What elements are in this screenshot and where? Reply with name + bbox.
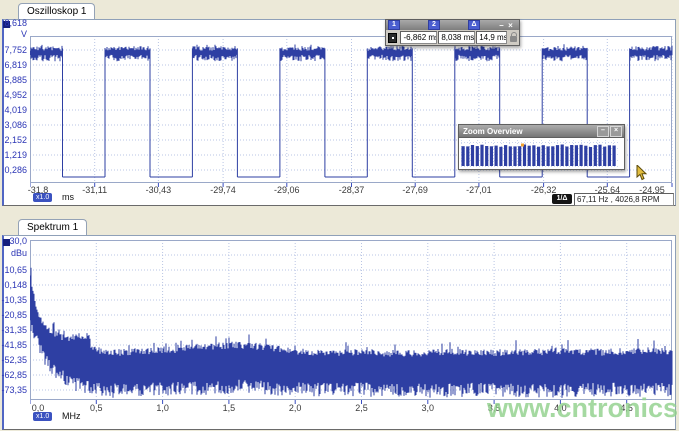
close-icon[interactable]: ×: [610, 125, 622, 137]
delta-value: 14,9 ms: [476, 31, 507, 44]
delta-chip[interactable]: Δ: [468, 20, 480, 30]
minimize-button[interactable]: –: [497, 21, 506, 30]
axis-tick-label: 0,0: [31, 403, 45, 413]
axis-tick-label: -29,74: [210, 185, 236, 195]
axis-tick-label: 1,0: [156, 403, 169, 413]
axis-tick-label: 5,885: [4, 75, 27, 85]
axis-tick-label: 1,5: [222, 403, 236, 413]
tab-oszilloskop[interactable]: Oszilloskop 1: [18, 3, 96, 19]
app-window: Oszilloskop 1 8,618 V x1.0 ms 1/Δ 67,11 …: [0, 0, 679, 431]
axis-tick-label: 2,5: [355, 403, 368, 413]
axis-tick-label: 3,0: [421, 403, 435, 413]
frequency-readout: 67,11 Hz , 4026,8 RPM: [574, 193, 674, 206]
axis-tick-label: -41,85: [1, 339, 27, 350]
axis-tick-label: 0,148: [4, 280, 27, 290]
zoom-overview-minimap[interactable]: [460, 139, 621, 168]
lock-icon[interactable]: [509, 32, 517, 42]
zoom-overview-title: Zoom Overview: [463, 126, 523, 136]
axis-tick-label: -52,35: [1, 354, 27, 365]
axis-tick-label: -10,35: [1, 294, 27, 305]
cursor2-value: 8,038 ms: [438, 31, 476, 44]
zoom-factor-badge[interactable]: x1.0: [33, 412, 53, 421]
cursor1-value: -6,862 ms: [400, 31, 438, 44]
cursor1-chip[interactable]: 1: [388, 20, 400, 30]
axis-tick-label: 0,286: [4, 164, 27, 175]
close-icon[interactable]: ×: [506, 21, 515, 30]
axis-tick-label: 0,5: [90, 403, 103, 413]
axis-tick-label: -27,69: [402, 185, 428, 195]
axis-tick-label: 10,65: [4, 265, 27, 275]
zoom-overview-body[interactable]: [459, 137, 624, 169]
axis-tick-label: -31,35: [1, 324, 27, 335]
axis-tick-label: -20,85: [1, 309, 27, 320]
axis-tick-label: -73,35: [1, 384, 27, 395]
spectrum-plot[interactable]: [30, 240, 673, 405]
minimize-button[interactable]: –: [597, 125, 609, 137]
axis-tick-label: -31,8: [27, 185, 49, 195]
y-axis-unit: V: [20, 29, 27, 39]
y-axis-max-label: 30,0: [9, 236, 27, 246]
mouse-cursor-icon: [636, 165, 648, 181]
axis-tick-label: -31,11: [82, 185, 108, 195]
watermark: www.cntronics.com: [487, 393, 679, 423]
axis-tick-label: -62,85: [1, 369, 27, 380]
y-axis-max-label: 8,618: [4, 18, 27, 28]
tab-spektrum[interactable]: Spektrum 1: [18, 219, 88, 235]
axis-tick-label: -29,06: [274, 185, 300, 195]
axis-tick-label: 2,152: [4, 134, 27, 145]
axis-tick-label: 4,019: [4, 104, 27, 115]
axis-tick-label: -28,37: [338, 185, 365, 195]
y-axis-unit: dBu: [10, 248, 27, 258]
axis-tick-label: 3,086: [4, 119, 27, 130]
axis-tick-label: 2,0: [288, 403, 302, 413]
cursor-measure-toolbar: 1 2 Δ – × -6,862 ms 8,038 ms 14,9 ms: [385, 19, 520, 46]
cursor-toolbar-header: 1 2 Δ – ×: [386, 20, 519, 30]
axis-tick-label: 6,819: [4, 59, 27, 70]
frequency-mode-icon[interactable]: 1/Δ: [552, 194, 572, 204]
zoom-overview-titlebar[interactable]: Zoom Overview – ×: [459, 125, 624, 137]
axis-tick-label: -30,43: [145, 185, 172, 195]
axis-tick-label: -27,01: [466, 185, 492, 195]
axis-tick-label: 1,219: [4, 149, 27, 160]
cursor-toolbar-body: -6,862 ms 8,038 ms 14,9 ms: [386, 30, 519, 45]
axis-tick-label: 4,952: [4, 89, 27, 100]
axis-tick-label: 7,752: [4, 45, 27, 55]
cursor2-chip[interactable]: 2: [428, 20, 440, 30]
zoom-overview-window: Zoom Overview – ×: [458, 124, 625, 170]
cursor-enable-checkbox[interactable]: [388, 32, 398, 43]
